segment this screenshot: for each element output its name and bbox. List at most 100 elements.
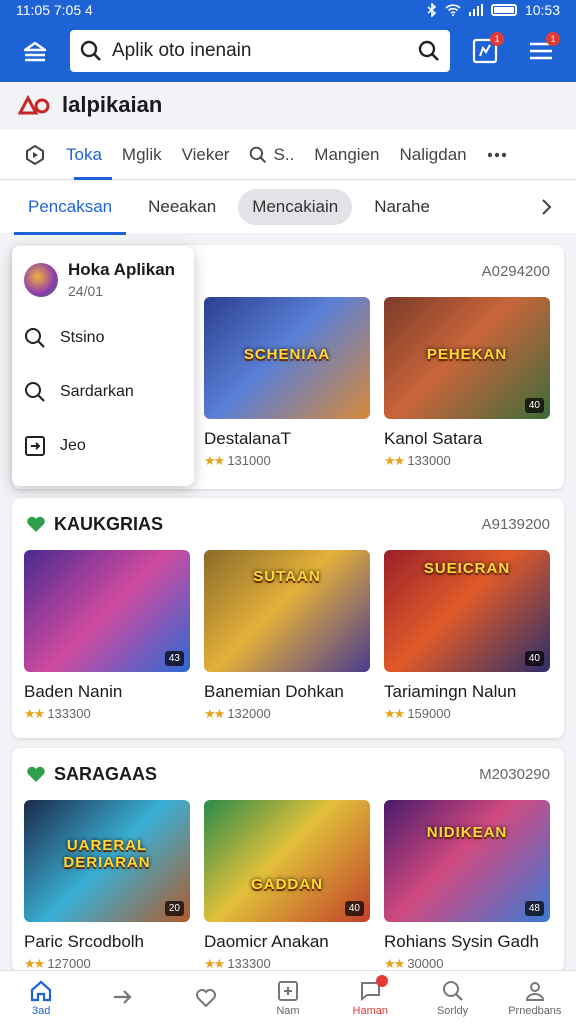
- nav-home[interactable]: 3ad: [0, 971, 82, 1024]
- arrow-right-icon: [114, 989, 132, 1004]
- popup-item-jeo[interactable]: Jeo: [24, 419, 182, 473]
- game-card[interactable]: 43 Baden Nanin ★★ 133300: [24, 550, 190, 722]
- tab-naligdan[interactable]: Naligdan: [390, 130, 477, 180]
- wifi-icon: [445, 4, 461, 16]
- nav-prnedbans[interactable]: Prnedbans: [494, 971, 576, 1024]
- subtab-neeakan[interactable]: Neeakan: [134, 189, 230, 225]
- heart-icon: [27, 766, 45, 782]
- nav-favorites[interactable]: [165, 971, 247, 1024]
- notification-badge: 1: [490, 32, 504, 46]
- game-name: Banemian Dohkan: [204, 682, 344, 701]
- thumbnail-title: GADDAN: [251, 875, 323, 893]
- popup-menu: Hoka Aplikan 24/01 Stsino Sardarkan Jeo: [12, 246, 194, 486]
- search-icon: [80, 40, 101, 61]
- nav-nam[interactable]: Nam: [247, 971, 329, 1024]
- subtab-mencakiain[interactable]: Mencakiain: [238, 189, 353, 225]
- search-icon: [250, 146, 267, 163]
- section-count: M2030290: [479, 765, 550, 783]
- stars-icon: ★★: [384, 956, 405, 971]
- more-tabs-button[interactable]: [477, 130, 517, 180]
- stars-icon: ★★: [204, 956, 225, 971]
- game-card[interactable]: UARERAL DERIARAN 20 Paric Srcodbolh ★★ 127…: [24, 800, 190, 972]
- nav-haman[interactable]: Haman: [329, 971, 411, 1024]
- nav-label: 3ad: [31, 1004, 51, 1017]
- search-icon: [442, 980, 463, 1001]
- game-card[interactable]: SUEICRAN 40 Tariamingn Nalun ★★ 159000: [384, 550, 550, 722]
- tab-mangien[interactable]: Mangien: [304, 130, 389, 180]
- thumbnail-title: SUEICRAN: [423, 559, 511, 577]
- game-rating: ★★ 132000: [204, 706, 271, 721]
- game-card[interactable]: SCHENIAA DestalanaT ★★ 131000: [204, 297, 370, 469]
- chevron-right-icon: [542, 199, 552, 215]
- nav-sorldy[interactable]: Sorldy: [411, 971, 493, 1024]
- tab-home-icon[interactable]: [14, 130, 56, 180]
- notification-button[interactable]: 1: [464, 30, 506, 72]
- battery-icon: [490, 4, 517, 16]
- menu-item-label: Sardarkan: [60, 383, 134, 400]
- section-saragaas: SARAGAAS M2030290 UARERAL DERIARAN 20 Par…: [12, 748, 564, 972]
- game-card[interactable]: NIDIKEAN 48 Rohians Sysin Gadh ★★ 30000: [384, 800, 550, 972]
- thumbnail-title: UARERAL DERIARAN: [63, 836, 151, 871]
- game-thumbnail: SUTAAN: [204, 550, 370, 672]
- stars-icon: ★★: [24, 706, 45, 721]
- thumbnail-title: SCHENIAA: [243, 345, 331, 363]
- tab-search[interactable]: S..: [239, 130, 304, 180]
- tab-label: Naligdan: [399, 144, 467, 164]
- game-rating: ★★ 159000: [384, 706, 451, 721]
- search-submit-icon[interactable]: [418, 40, 440, 62]
- menu-button[interactable]: 1: [520, 30, 562, 72]
- tab-label: Vieker: [181, 144, 230, 164]
- game-name: Baden Nanin: [24, 682, 123, 701]
- game-thumbnail: GADDAN 40: [204, 800, 370, 922]
- tab-label: Mglik: [121, 144, 162, 164]
- menu-item-label: Jeo: [60, 437, 86, 454]
- game-thumbnail: 43: [24, 550, 190, 672]
- tab-vieker[interactable]: Vieker: [172, 130, 240, 180]
- nav-forward[interactable]: [82, 971, 164, 1024]
- game-thumbnail: SCHENIAA: [204, 297, 370, 419]
- nav-badge: [376, 975, 389, 987]
- nav-label: Sorldy: [436, 1004, 469, 1017]
- thumbnail-title: NIDIKEAN: [426, 824, 508, 842]
- game-card[interactable]: PEHEKAN 40 Kanol Satara ★★ 133000: [384, 297, 550, 469]
- game-thumbnail: SUEICRAN 40: [384, 550, 550, 672]
- game-thumbnail: PEHEKAN 40: [384, 297, 550, 419]
- section-kaukgrias: KAUKGRIAS A9139200 43 Baden Nanin ★★ 1333…: [12, 498, 564, 738]
- section-count: A0294200: [481, 262, 550, 280]
- drawer-button[interactable]: [14, 30, 56, 72]
- stars-icon: ★★: [24, 956, 45, 971]
- tab-label: Toka: [66, 144, 102, 164]
- section-count: A9139200: [481, 515, 550, 533]
- game-card[interactable]: GADDAN 40 Daomicr Anakan ★★ 133300: [204, 800, 370, 972]
- status-left: 11:05 7:05 4: [16, 2, 93, 18]
- heart-icon: [27, 516, 45, 532]
- menu-badge: 1: [546, 32, 560, 46]
- popup-header: Hoka Aplikan 24/01: [24, 260, 182, 299]
- game-name: Rohians Sysin Gadh: [384, 932, 539, 951]
- game-card[interactable]: SUTAAN Banemian Dohkan ★★ 132000: [204, 550, 370, 722]
- subtab-narahe[interactable]: Narahe: [360, 189, 444, 225]
- game-rating: ★★ 133000: [384, 453, 451, 468]
- signal-icon: [468, 4, 483, 16]
- popup-item-sardarkan[interactable]: Sardarkan: [24, 365, 182, 419]
- thumbnail-tag: 40: [344, 901, 364, 916]
- nav-label: Haman: [352, 1004, 388, 1017]
- box-plus-icon: [277, 980, 298, 1001]
- game-name: Kanol Satara: [384, 429, 483, 448]
- subtab-pencaksan[interactable]: Pencaksan: [14, 189, 127, 235]
- tab-mglik[interactable]: Mglik: [112, 130, 172, 180]
- search-input[interactable]: [112, 40, 408, 62]
- game-name: DestalanaT: [204, 429, 291, 448]
- export-box-icon: [25, 436, 45, 456]
- popup-item-stsino[interactable]: Stsino: [24, 311, 182, 365]
- tab-toka[interactable]: Toka: [56, 130, 112, 180]
- subtabs-next-button[interactable]: [532, 192, 562, 222]
- thumbnail-tag: 20: [164, 901, 184, 916]
- profile-icon: [525, 981, 544, 1001]
- game-name: Paric Srcodbolh: [24, 932, 145, 951]
- bluetooth-icon: [427, 3, 437, 17]
- game-thumbnail: UARERAL DERIARAN 20: [24, 800, 190, 922]
- search-bubble-icon: [25, 328, 45, 348]
- tab-label: S..: [273, 144, 295, 164]
- search-bar[interactable]: [70, 30, 450, 72]
